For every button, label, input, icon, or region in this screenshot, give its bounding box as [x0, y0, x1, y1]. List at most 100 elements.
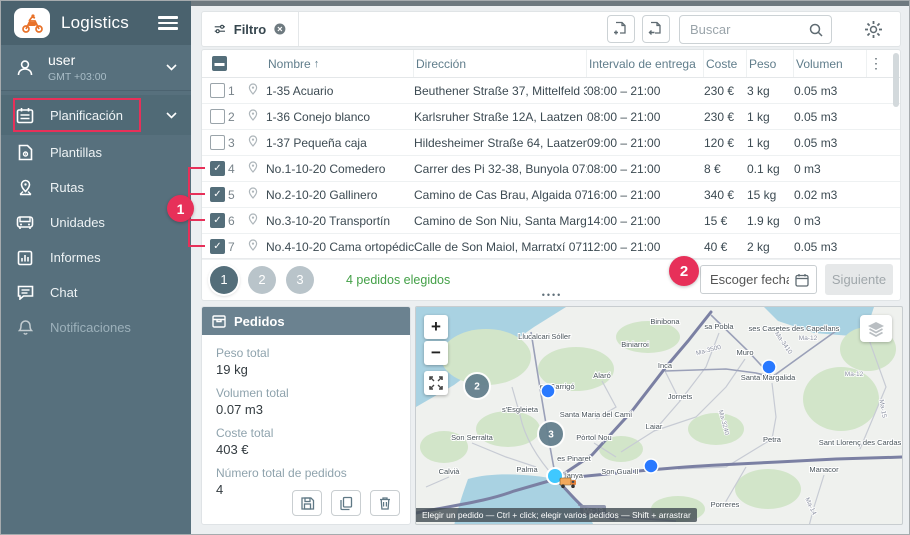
sidebar-item-rutas[interactable]: Rutas — [1, 170, 191, 205]
template-icon — [15, 144, 35, 161]
clear-filter-icon[interactable] — [274, 21, 286, 37]
row-volume: 0.05 m3 — [794, 84, 867, 98]
map-place-label: Sant Llorenç des Cardas — [819, 438, 902, 447]
table-scrollbar[interactable] — [893, 53, 899, 107]
map-order-marker[interactable] — [644, 459, 658, 473]
sidebar-item-plantillas[interactable]: Plantillas — [1, 135, 191, 170]
sidebar-item-planificacion[interactable]: Planificación — [1, 95, 191, 135]
import-orders-button[interactable] — [607, 15, 635, 43]
map-place-label: sa Pobla — [704, 322, 734, 331]
bell-icon — [15, 319, 35, 336]
table-row[interactable]: 2 1-36 Conejo blanco Karlsruher Straße 1… — [202, 104, 900, 130]
chat-icon — [15, 285, 35, 300]
map-place-label: Binibona — [650, 317, 680, 326]
date-picker — [700, 265, 817, 294]
row-name: No.1-10-20 Comedero — [266, 162, 414, 176]
table-row[interactable]: ✓ 7 No.4-10-20 Cama ortopédica Calle de … — [202, 234, 900, 260]
row-checkbox[interactable] — [210, 135, 225, 150]
sidebar-item-label: Chat — [50, 285, 77, 300]
pin-icon — [248, 239, 258, 251]
column-header-coste[interactable]: Coste — [704, 50, 747, 77]
table-row[interactable]: 1 1-35 Acuario Beuthener Straße 37, Mitt… — [202, 78, 900, 104]
pane-splitter-handle[interactable]: •••• — [537, 290, 567, 300]
window-top-edge — [191, 1, 910, 6]
row-cost: 8 € — [704, 162, 747, 176]
select-all-checkbox[interactable]: ▬ — [212, 56, 227, 71]
map-place-label: Pòrtol Nou — [576, 433, 611, 442]
sidebar-item-chat[interactable]: Chat — [1, 275, 191, 310]
row-checkbox[interactable]: ✓ — [210, 239, 225, 254]
column-header-intervalo[interactable]: Intervalo de entrega — [587, 50, 704, 77]
copy-selection-button[interactable] — [331, 490, 361, 516]
chevron-down-icon — [166, 112, 177, 119]
row-name: No.2-10-20 Gallinero — [266, 188, 414, 202]
map-fullscreen-button[interactable] — [424, 371, 448, 395]
file-plus-icon — [613, 21, 629, 37]
column-header-peso[interactable]: Peso — [747, 50, 794, 77]
row-address: Beuthener Straße 37, Mittelfeld 305… — [414, 84, 587, 98]
calendar-icon — [15, 107, 35, 124]
page-button-3[interactable]: 3 — [286, 266, 314, 294]
filter-section[interactable]: Filtro — [202, 12, 299, 46]
row-number: 6 — [228, 214, 248, 228]
menu-toggle-icon[interactable] — [158, 16, 178, 30]
summary-field: Peso total 19 kg — [216, 346, 396, 377]
search-icon[interactable] — [809, 23, 823, 37]
app-title: Logistics — [61, 13, 147, 33]
settings-gear-icon[interactable] — [864, 20, 883, 44]
sidebar-item-unidades[interactable]: Unidades — [1, 205, 191, 240]
page-button-1[interactable]: 1 — [210, 266, 238, 294]
map-place-label: Sóller — [551, 332, 571, 341]
next-button[interactable]: Siguiente — [825, 264, 893, 295]
file-arrow-icon — [648, 21, 664, 37]
row-address: Karlsruher Straße 12A, Laatzen 308… — [414, 110, 587, 124]
page-button-2[interactable]: 2 — [248, 266, 276, 294]
row-weight: 1.9 kg — [747, 214, 794, 228]
map-place-label: Santa Maria del Camí — [560, 410, 633, 419]
summary-header[interactable]: Pedidos — [202, 307, 410, 335]
summary-field-value: 0.07 m3 — [216, 402, 396, 417]
table-row[interactable]: ✓ 5 No.2-10-20 Gallinero Camino de Cas B… — [202, 182, 900, 208]
map-cluster-count: 3 — [548, 430, 554, 441]
sidebar-item-informes[interactable]: Informes — [1, 240, 191, 275]
report-icon — [15, 250, 35, 266]
sidebar-item-notificaciones[interactable]: Notificaciones — [1, 310, 191, 345]
column-header-volumen[interactable]: Volumen — [794, 50, 867, 77]
map-place-label: Son Serralta — [451, 433, 494, 442]
row-volume: 0.05 m3 — [794, 110, 867, 124]
row-checkbox[interactable]: ✓ — [210, 161, 225, 176]
search-box — [679, 15, 832, 44]
map-road-label: Ma-15 — [877, 399, 887, 419]
row-address: Camino de Cas Brau, Algaida 0721… — [414, 188, 587, 202]
date-input[interactable] — [708, 271, 791, 288]
table-row[interactable]: 3 1-37 Pequeña caja Hildesheimer Straße … — [202, 130, 900, 156]
column-header-nombre[interactable]: Nombre↑ — [266, 50, 414, 77]
column-header-direccion[interactable]: Dirección — [414, 50, 587, 77]
export-orders-button[interactable] — [642, 15, 670, 43]
row-cost: 40 € — [704, 240, 747, 254]
map-order-marker[interactable] — [762, 360, 776, 374]
search-input[interactable] — [688, 21, 803, 38]
delete-selection-button[interactable] — [370, 490, 400, 516]
user-section[interactable]: user GMT +03:00 — [1, 45, 191, 91]
map-order-marker[interactable] — [541, 384, 555, 398]
pin-icon — [248, 161, 258, 173]
map-layers-button[interactable] — [860, 315, 892, 342]
row-checkbox[interactable] — [210, 109, 225, 124]
table-row[interactable]: ✓ 6 No.3-10-20 Transportín Camino de Son… — [202, 208, 900, 234]
save-selection-button[interactable] — [292, 490, 322, 516]
sort-asc-icon: ↑ — [314, 58, 320, 70]
row-number: 7 — [228, 240, 248, 254]
calendar-icon[interactable] — [795, 273, 809, 287]
row-checkbox[interactable]: ✓ — [210, 213, 225, 228]
map-place-label: Jornets — [668, 392, 693, 401]
annotation-tick-row7 — [189, 245, 205, 247]
table-row[interactable]: ✓ 4 No.1-10-20 Comedero Carrer des Pi 32… — [202, 156, 900, 182]
map-panel[interactable]: LlucalcariSóllerBinibonaBiniarroisa Pobl… — [415, 306, 903, 525]
map-zoom-out-button[interactable]: − — [424, 341, 448, 365]
row-checkbox[interactable] — [210, 83, 225, 98]
map-canvas[interactable]: LlucalcariSóllerBinibonaBiniarroisa Pobl… — [416, 307, 903, 525]
row-checkbox[interactable]: ✓ — [210, 187, 225, 202]
pin-icon — [248, 83, 258, 95]
map-zoom-in-button[interactable]: + — [424, 315, 448, 339]
